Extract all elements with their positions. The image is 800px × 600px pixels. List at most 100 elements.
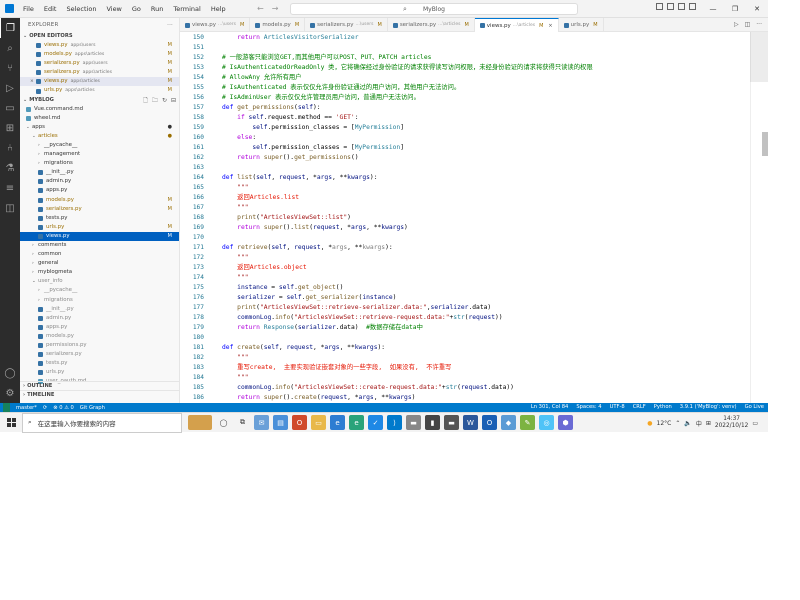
mail-icon[interactable]: ✉ xyxy=(254,415,269,430)
notifications-icon[interactable]: ▭ xyxy=(752,420,758,427)
tree-file[interactable]: tests.py xyxy=(20,359,179,368)
edge-dev-icon[interactable]: e xyxy=(349,415,364,430)
close-button[interactable]: ✕ xyxy=(746,0,768,18)
open-editor-item[interactable]: models.py apps\articles M xyxy=(20,50,179,59)
tree-folder[interactable]: › management xyxy=(20,150,179,159)
source-control-icon[interactable]: ⑂ xyxy=(0,58,20,78)
remote-explorer-icon[interactable]: ▭ xyxy=(0,98,20,118)
tree-folder[interactable]: ⌄ articles ● xyxy=(20,132,179,141)
tab-urls-py[interactable]: urls.py M xyxy=(559,18,604,32)
tree-file[interactable]: tests.py xyxy=(20,214,179,223)
input-mode-icon[interactable]: ⊞ xyxy=(706,420,711,427)
edge-icon[interactable]: e xyxy=(330,415,345,430)
command-center-search[interactable]: ⌕ MyBlog xyxy=(290,3,578,15)
new-folder-icon[interactable]: 🗀 xyxy=(152,96,158,105)
tree-folder[interactable]: › __pycache__ xyxy=(20,286,179,295)
tree-file[interactable]: Vue.command.md xyxy=(20,105,179,114)
git-graph-status[interactable]: Git Graph xyxy=(80,405,105,411)
extensions-icon[interactable]: ⊞ xyxy=(0,118,20,138)
paint-icon[interactable]: ✎ xyxy=(520,415,535,430)
new-file-icon[interactable]: 🗋 xyxy=(143,96,148,105)
menu-item-view[interactable]: View xyxy=(101,0,126,18)
task-view-icon[interactable]: ⧉ xyxy=(235,415,250,430)
testing-icon[interactable]: ⚗ xyxy=(0,158,20,178)
cortana-icon[interactable]: ◯ xyxy=(216,415,231,430)
word-icon[interactable]: W xyxy=(463,415,478,430)
minimap-slider[interactable] xyxy=(750,32,768,82)
tree-file[interactable]: models.py M xyxy=(20,196,179,205)
menu-item-edit[interactable]: Edit xyxy=(39,0,62,18)
tree-folder[interactable]: › __pycache__ xyxy=(20,141,179,150)
tray-chevron-icon[interactable]: ⌃ xyxy=(675,420,680,427)
vscode-taskbar-icon[interactable]: ⟩ xyxy=(387,415,402,430)
office-icon[interactable]: O xyxy=(292,415,307,430)
tab-views-py[interactable]: views.py ...\articles M × xyxy=(474,18,559,33)
back-arrow-icon[interactable]: ← xyxy=(257,4,264,14)
menu-item-selection[interactable]: Selection xyxy=(61,0,101,18)
weather-temp[interactable]: 12°C xyxy=(657,420,672,427)
tree-file[interactable]: wheel.md xyxy=(20,114,179,123)
tab-serializers-py[interactable]: serializers.py ...\articles M xyxy=(388,18,475,32)
tree-folder[interactable]: ⌄ user_info xyxy=(20,277,179,286)
clock[interactable]: 14:37 2022/10/12 xyxy=(715,416,748,430)
maximize-button[interactable]: ❐ xyxy=(724,0,746,18)
encoding[interactable]: UTF-8 xyxy=(610,403,625,412)
tree-folder[interactable]: › migrations xyxy=(20,296,179,305)
app-store-icon[interactable]: ⬢ xyxy=(558,415,573,430)
open-editor-item[interactable]: serializers.py apps\users M xyxy=(20,59,179,68)
terminal-icon[interactable]: ▮ xyxy=(425,415,440,430)
tab-views-py[interactable]: views.py ...\users M xyxy=(180,18,251,32)
sync-icon[interactable]: ⟳ xyxy=(43,405,47,411)
run-python-icon[interactable]: ▷ xyxy=(734,21,739,28)
database-icon[interactable]: ◫ xyxy=(0,198,20,218)
python-interpreter[interactable]: 3.9.1 ('MyBlog': venv) xyxy=(680,403,737,412)
volume-icon[interactable]: 🔈 xyxy=(684,420,691,427)
language-mode[interactable]: Python xyxy=(654,403,672,412)
tree-folder[interactable]: › myblogmeta xyxy=(20,268,179,277)
tab-serializers-py[interactable]: serializers.py ...\users M xyxy=(305,18,388,32)
menu-item-help[interactable]: Help xyxy=(206,0,231,18)
start-button[interactable] xyxy=(0,413,22,433)
branch-status[interactable]: master* xyxy=(16,405,37,411)
docker-icon[interactable]: ≡ xyxy=(0,178,20,198)
collapse-all-icon[interactable]: ⊟ xyxy=(171,96,176,105)
timeline-header[interactable]: › TIMELINE xyxy=(20,390,179,399)
menu-item-file[interactable]: File xyxy=(18,0,39,18)
checklist-icon[interactable]: ✓ xyxy=(368,415,383,430)
menu-item-run[interactable]: Run xyxy=(146,0,168,18)
indentation[interactable]: Spaces: 4 xyxy=(576,403,601,412)
minimap[interactable] xyxy=(750,32,768,403)
split-editor-icon[interactable]: ◫ xyxy=(745,21,751,28)
close-icon[interactable]: × xyxy=(548,19,552,33)
open-editor-item[interactable]: × views.py apps\articles M xyxy=(20,77,179,87)
store-icon[interactable]: ▤ xyxy=(273,415,288,430)
git-graph-icon[interactable]: ⑃ xyxy=(0,138,20,158)
refresh-icon[interactable]: ↻ xyxy=(162,96,167,105)
more-actions-icon[interactable]: ··· xyxy=(167,18,173,32)
go-live-button[interactable]: Go Live xyxy=(745,403,764,412)
tree-file[interactable]: apps.py xyxy=(20,186,179,195)
tree-file[interactable]: views.py M xyxy=(20,231,179,241)
tree-folder[interactable]: › general xyxy=(20,259,179,268)
taskbar-search[interactable]: ⌕ 在这里输入你要搜索的内容 xyxy=(22,412,182,433)
toggle-sidebar-icon[interactable] xyxy=(656,3,663,10)
forward-arrow-icon[interactable]: → xyxy=(272,4,279,14)
open-editor-item[interactable]: serializers.py apps\articles M xyxy=(20,68,179,77)
toggle-secondary-sidebar-icon[interactable] xyxy=(678,3,685,10)
weather-sun-icon[interactable]: ● xyxy=(647,420,652,427)
tree-file[interactable]: urls.py M xyxy=(20,223,179,232)
tree-file[interactable]: admin.py xyxy=(20,177,179,186)
open-editors-header[interactable]: ⌄ OPEN EDITORS xyxy=(20,32,179,41)
tab-models-py[interactable]: models.py M xyxy=(250,18,306,32)
toggle-panel-icon[interactable] xyxy=(667,3,674,10)
run-debug-icon[interactable]: ▷ xyxy=(0,78,20,98)
problems-status[interactable]: ⊗ 0 ⚠ 0 xyxy=(53,405,74,411)
tree-file[interactable]: __init__.py xyxy=(20,168,179,177)
open-editor-item[interactable]: urls.py apps\articles M xyxy=(20,86,179,95)
menu-item-terminal[interactable]: Terminal xyxy=(168,0,205,18)
code-editor[interactable]: 150 return ArticlesVisitorSerializer 151 1… xyxy=(180,32,768,403)
cursor-position[interactable]: Ln 301, Col 84 xyxy=(531,403,569,412)
tree-file[interactable]: permissions.py xyxy=(20,341,179,350)
tree-folder[interactable]: ⌄ apps ● xyxy=(20,123,179,132)
account-icon[interactable]: ◯ xyxy=(0,363,20,383)
